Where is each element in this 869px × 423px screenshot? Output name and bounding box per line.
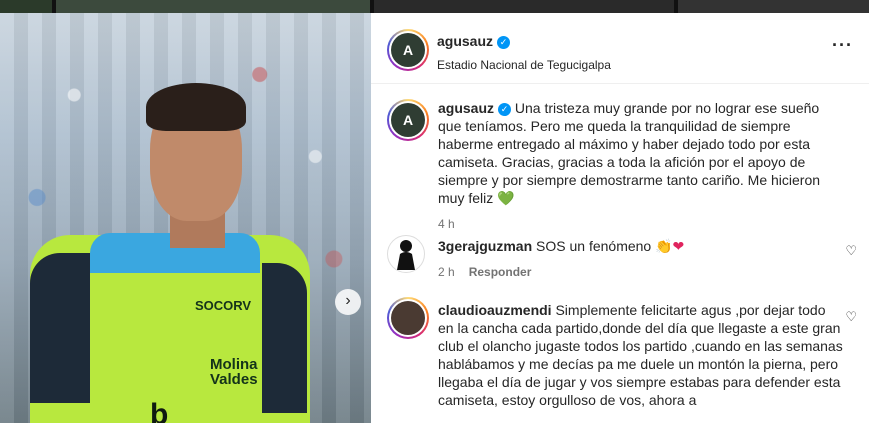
comment-item: claudioauzmendi Simplemente felicitarte … — [387, 297, 857, 423]
comment-username[interactable]: claudioauzmendi — [438, 302, 552, 318]
sponsor-logo: Valdes — [210, 371, 258, 388]
comment-body: 3gerajguzman SOS un fenómeno 👏❤ 2 h Respo… — [438, 237, 843, 281]
avatar[interactable]: A — [387, 29, 429, 71]
jersey-sleeve — [30, 253, 90, 403]
instagram-post-view: SOCORV Molina Valdes b › A agusauz ✓ Esta… — [0, 0, 869, 423]
thumbnail[interactable] — [374, 0, 674, 13]
sponsor-logo: SOCORV — [195, 298, 252, 313]
caption-timestamp[interactable]: 4 h — [438, 217, 455, 231]
caption: A agusauz ✓ Una tristeza muy grande por n… — [387, 99, 857, 231]
comment-username[interactable]: 3gerajguzman — [438, 238, 532, 254]
header-user-info: agusauz ✓ Estadio Nacional de Tegucigalpa — [437, 33, 611, 72]
comment-text: SOS un fenómeno — [536, 238, 652, 254]
comment-timestamp[interactable]: 2 h — [438, 265, 455, 279]
caption-username[interactable]: agusauz — [438, 100, 494, 116]
header-username[interactable]: agusauz — [437, 33, 493, 49]
verified-badge-icon: ✓ — [497, 36, 511, 49]
thumbnail[interactable] — [56, 0, 370, 13]
comment-item: 3gerajguzman SOS un fenómeno 👏❤ 2 h Respo… — [387, 235, 857, 295]
next-image-button[interactable]: › — [335, 289, 361, 315]
comment-meta: 2 h Responder — [438, 263, 843, 281]
location-link[interactable]: Estadio Nacional de Tegucigalpa — [437, 58, 611, 72]
like-heart-icon[interactable]: ♡ — [845, 243, 857, 259]
caption-text: Una tristeza muy grande por no lograr es… — [438, 100, 821, 206]
avatar-image — [391, 301, 425, 335]
commenter-avatar[interactable] — [387, 297, 429, 339]
avatar[interactable]: A — [387, 99, 429, 141]
caption-meta: 4 h — [438, 215, 843, 233]
post-header: A agusauz ✓ Estadio Nacional de Tegucigal… — [371, 13, 869, 84]
commenter-avatar[interactable] — [387, 235, 425, 273]
post-photo: SOCORV Molina Valdes b › — [0, 13, 371, 423]
sponsor-logo: b — [150, 398, 169, 423]
thumbnail[interactable] — [0, 0, 52, 13]
comment-body: claudioauzmendi Simplemente felicitarte … — [438, 301, 843, 409]
like-heart-icon[interactable]: ♡ — [845, 309, 857, 325]
reply-button[interactable]: Responder — [469, 265, 532, 279]
green-heart-emoji: 💚 — [497, 190, 515, 206]
clap-heart-emoji: 👏❤ — [655, 238, 685, 254]
avatar-image: A — [391, 103, 425, 137]
avatar-image: A — [391, 33, 425, 67]
chevron-right-icon: › — [345, 292, 351, 309]
verified-badge-icon: ✓ — [498, 103, 512, 116]
more-options-icon[interactable]: ··· — [832, 35, 853, 56]
jersey-sleeve — [262, 263, 307, 413]
thumbnail[interactable] — [678, 0, 869, 13]
player-hair — [146, 83, 246, 131]
caption-body: agusauz ✓ Una tristeza muy grande por no … — [438, 99, 843, 233]
person-silhouette-icon — [397, 240, 415, 270]
top-thumbnail-strip — [0, 0, 869, 13]
post-sidebar: A agusauz ✓ Estadio Nacional de Tegucigal… — [371, 13, 869, 423]
